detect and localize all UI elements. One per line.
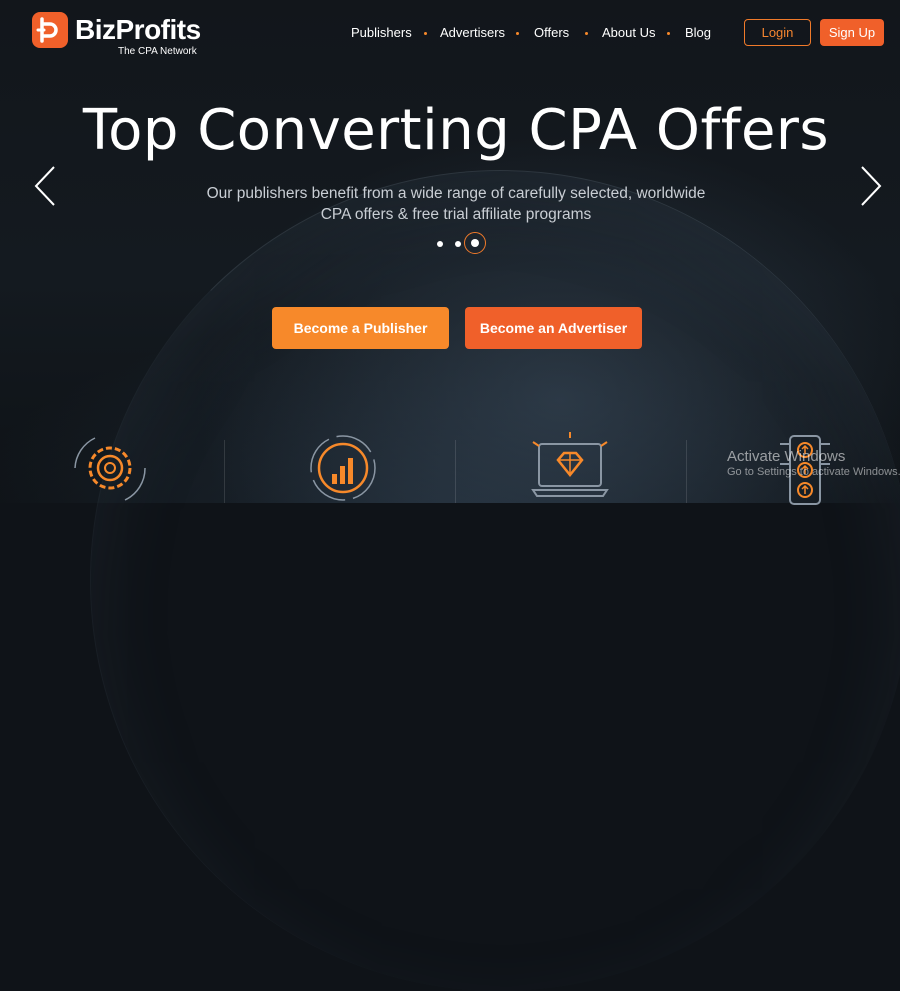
carousel-next-arrow-icon[interactable]: [860, 165, 882, 207]
chart-target-icon: [310, 435, 376, 501]
nav-separator: [585, 32, 588, 35]
nav-about-us[interactable]: About Us: [602, 25, 655, 40]
laptop-diamond-icon: [531, 432, 609, 497]
hero-title: Top Converting CPA Offers: [82, 98, 830, 163]
nav-offers[interactable]: Offers: [534, 25, 569, 40]
become-advertiser-button[interactable]: Become an Advertiser: [465, 307, 642, 349]
carousel-dot-1[interactable]: [437, 241, 443, 247]
login-button[interactable]: Login: [744, 19, 811, 46]
feature-divider: [224, 440, 225, 503]
nav-separator: [516, 32, 519, 35]
logo[interactable]: BizProfits The CPA Network: [30, 10, 220, 58]
activate-windows-title: Activate Windows: [727, 448, 846, 465]
gear-icon: [74, 437, 146, 501]
sign-up-button[interactable]: Sign Up: [820, 19, 884, 46]
carousel-dot-2[interactable]: [455, 241, 461, 247]
hero-subtitle: Our publishers benefit from a wide range…: [206, 185, 706, 223]
logo-tagline: The CPA Network: [118, 46, 197, 57]
carousel-indicators: [430, 232, 490, 256]
nav-separator: [424, 32, 427, 35]
bizprofits-logo-icon: [32, 12, 68, 48]
activate-windows-subtitle: Go to Settings to activate Windows.: [727, 466, 900, 478]
nav-advertisers[interactable]: Advertisers: [440, 25, 505, 40]
feature-divider: [455, 440, 456, 503]
become-publisher-button[interactable]: Become a Publisher: [272, 307, 449, 349]
nav-separator: [667, 32, 670, 35]
carousel-dot-3-center: [471, 239, 479, 247]
carousel-prev-arrow-icon[interactable]: [34, 165, 56, 207]
feature-divider: [686, 440, 687, 503]
nav-publishers[interactable]: Publishers: [351, 25, 412, 40]
logo-wordmark: BizProfits: [75, 14, 201, 45]
nav-blog[interactable]: Blog: [685, 25, 711, 40]
globe-background-image: [90, 170, 900, 991]
